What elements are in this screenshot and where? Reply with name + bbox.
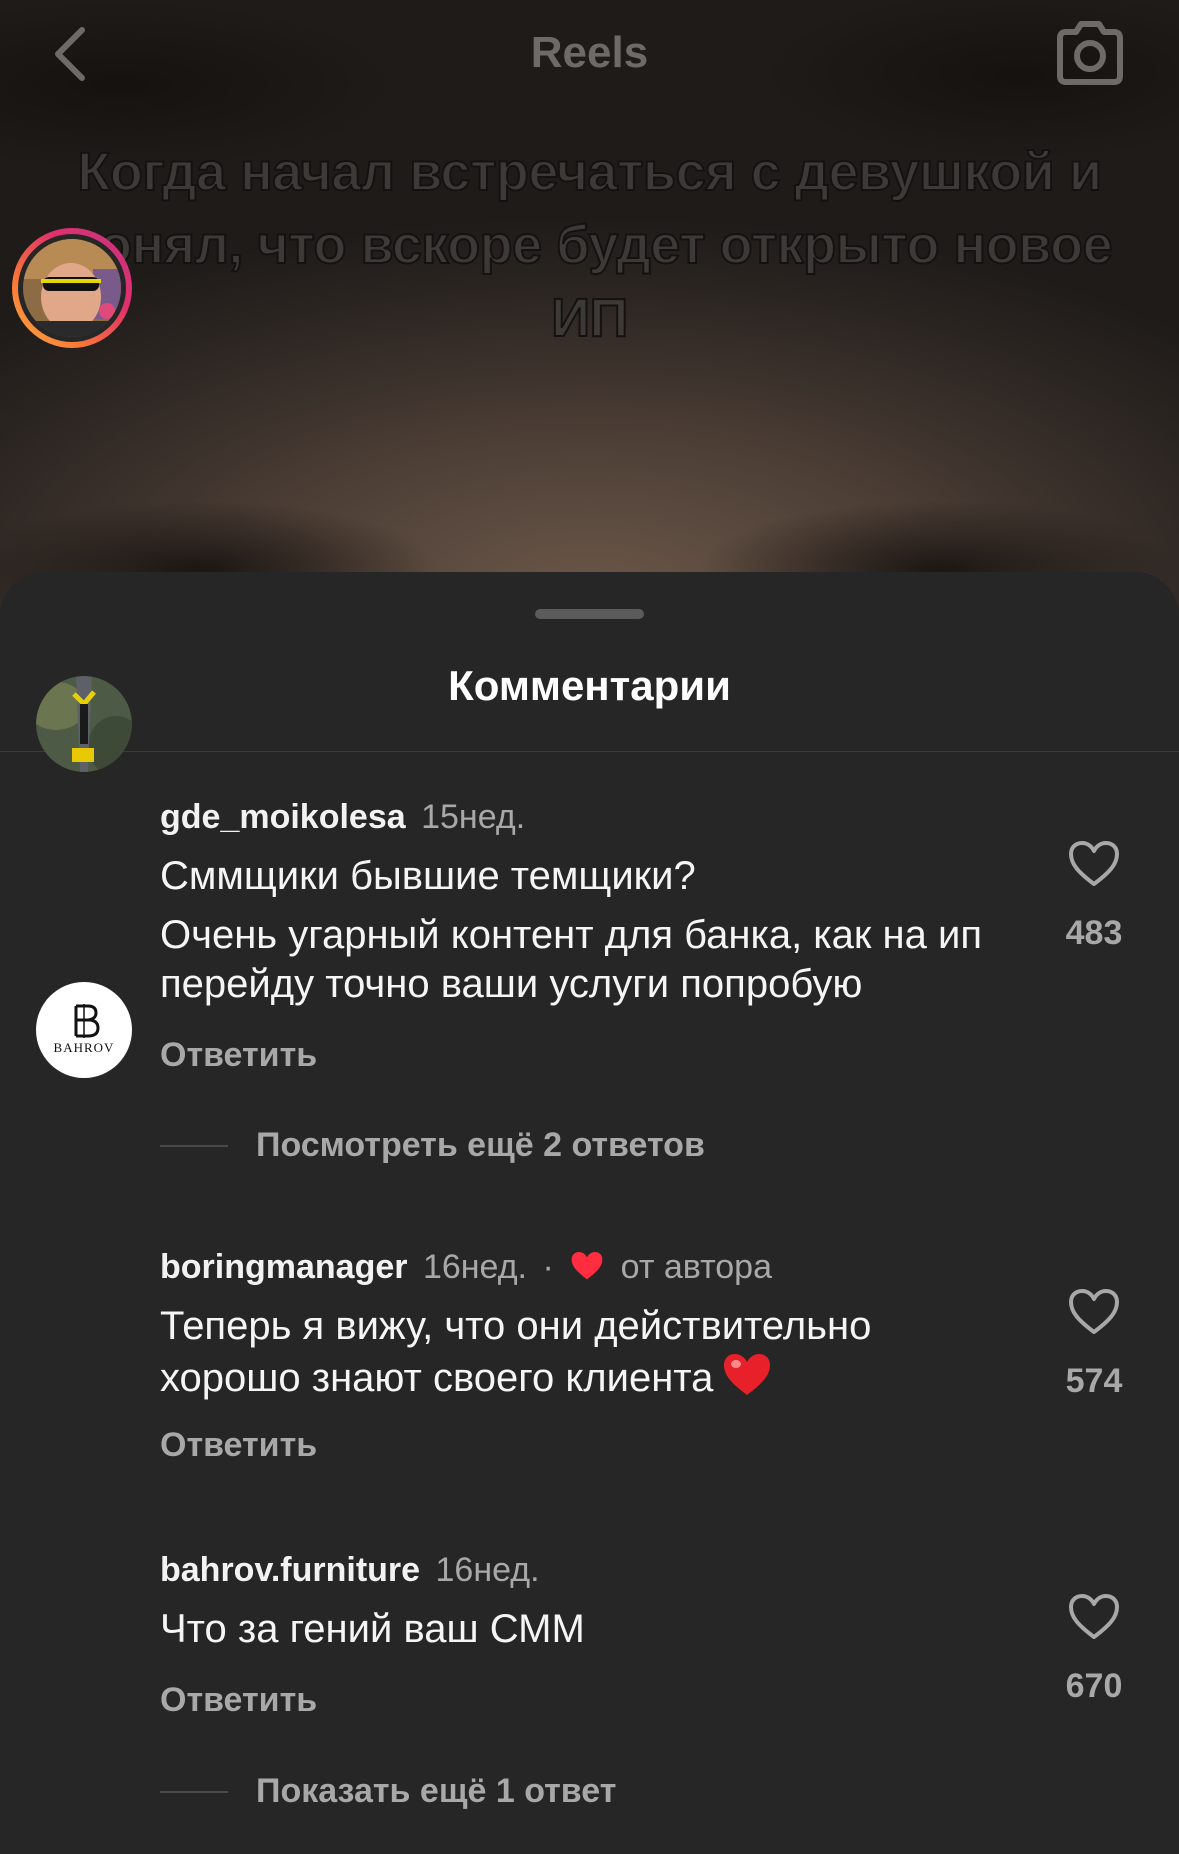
reply-button[interactable]: Ответить <box>160 1036 317 1075</box>
like-count: 483 <box>1065 914 1123 952</box>
heart-outline-icon <box>1069 1289 1119 1334</box>
comment-time: 15нед. <box>421 798 526 836</box>
camera-icon <box>1057 21 1123 85</box>
view-more-replies[interactable]: Посмотреть ещё 2 ответов <box>160 1126 705 1165</box>
like-button[interactable] <box>1068 1288 1120 1336</box>
author-badge: от автора <box>620 1248 772 1286</box>
comment-text: Сммщики бывшие темщики? Очень угарный ко… <box>160 852 1020 1019</box>
comment-text-body: Что за гений ваш СММ <box>160 1607 585 1651</box>
comment-username[interactable]: boringmanager <box>160 1248 407 1286</box>
heart-outline-icon <box>1069 1594 1119 1639</box>
heart-outline-icon <box>1069 841 1119 886</box>
sheet-drag-handle[interactable] <box>535 609 644 619</box>
view-more-replies-label: Посмотреть ещё 2 ответов <box>256 1126 705 1164</box>
avatar-logo-text: BAHROV <box>53 1040 115 1055</box>
like-count: 670 <box>1065 1667 1123 1705</box>
comments-sheet: Комментарии gde_moikolesa 15нед. Сммщики… <box>0 228 1179 1854</box>
bahrov-logo-icon <box>74 1004 100 1038</box>
sheet-title: Комментарии <box>448 662 731 709</box>
comment-text-line: Сммщики бывшие темщики? <box>160 854 696 898</box>
like-button[interactable] <box>1068 1593 1120 1641</box>
camera-button[interactable] <box>1052 18 1128 88</box>
separator: · <box>542 1248 554 1286</box>
user-photo <box>23 239 121 337</box>
view-more-replies[interactable]: Показать ещё 1 ответ <box>160 1772 616 1811</box>
top-bar: Reels <box>0 0 1179 110</box>
avatar[interactable] <box>36 676 132 772</box>
like-count: 574 <box>1065 1362 1123 1400</box>
comment-username[interactable]: bahrov.furniture <box>160 1551 420 1589</box>
comment-text: Теперь я вижу, что они действительно хор… <box>160 1302 1020 1403</box>
page-title: Reels <box>530 28 649 77</box>
comment-text-line: Очень угарный контент для банка, как на … <box>160 913 982 1006</box>
comment-username[interactable]: gde_moikolesa <box>160 798 406 836</box>
reply-button[interactable]: Ответить <box>160 1681 317 1720</box>
comment-time: 16нед. <box>422 1248 527 1286</box>
comment-time: 16нед. <box>435 1551 540 1589</box>
divider <box>0 751 1179 752</box>
avatar[interactable] <box>12 228 132 348</box>
avatar[interactable]: BAHROV <box>36 982 132 1078</box>
video-caption: Когда начал встречаться с девушкой и пон… <box>66 141 1114 349</box>
user-photo <box>36 676 132 772</box>
reply-button[interactable]: Ответить <box>160 1426 317 1465</box>
like-button[interactable] <box>1068 840 1120 888</box>
view-more-replies-label: Показать ещё 1 ответ <box>256 1772 617 1810</box>
comment-text: Что за гений ваш СММ <box>160 1605 1020 1654</box>
heart-filled-icon <box>571 1252 603 1280</box>
red-heart-emoji-icon <box>724 1354 771 1395</box>
